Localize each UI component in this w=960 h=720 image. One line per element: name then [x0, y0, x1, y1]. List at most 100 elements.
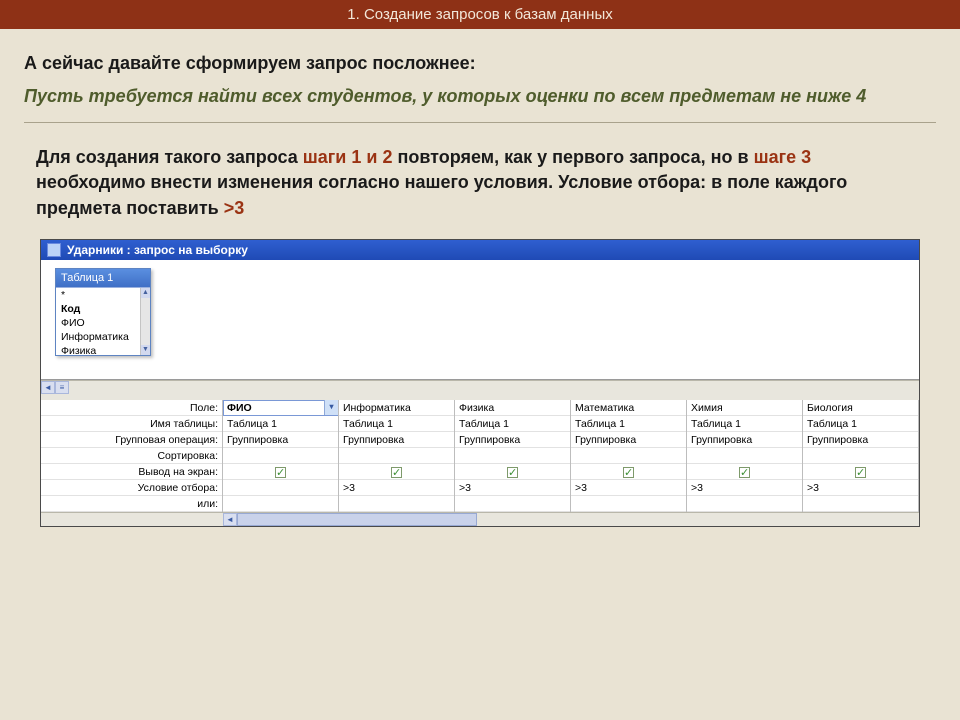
table-cell[interactable]: Таблица 1	[803, 416, 918, 432]
chevron-left-icon[interactable]: ◄	[223, 513, 237, 526]
handle-icon[interactable]: ≡	[55, 381, 69, 394]
row-label: Поле:	[41, 400, 222, 416]
table-cell[interactable]: Таблица 1	[339, 416, 454, 432]
checkbox-checked-icon[interactable]	[623, 467, 634, 478]
qbe-column: ХимияТаблица 1Группировка >3	[687, 400, 803, 512]
sort-cell[interactable]	[571, 448, 686, 464]
chevron-up-icon[interactable]: ▲	[141, 288, 150, 298]
field-item[interactable]: Код	[56, 302, 150, 316]
show-cell[interactable]	[571, 464, 686, 480]
or-cell[interactable]	[687, 496, 802, 512]
sort-cell[interactable]	[803, 448, 918, 464]
field-cell[interactable]: Физика	[455, 400, 570, 416]
row-label: Имя таблицы:	[41, 416, 222, 432]
groupop-cell[interactable]: Группировка	[223, 432, 338, 448]
sort-cell[interactable]	[339, 448, 454, 464]
field-list-scrollbar[interactable]: ▲ ▼	[140, 288, 150, 355]
window-title: Ударники : запрос на выборку	[67, 243, 248, 257]
instr-t2: повторяем, как у первого запроса, но в	[392, 147, 753, 167]
qbe-column: МатематикаТаблица 1Группировка >3	[571, 400, 687, 512]
table-cell[interactable]: Таблица 1	[571, 416, 686, 432]
or-cell[interactable]	[339, 496, 454, 512]
instr-t1: Для создания такого запроса	[36, 147, 303, 167]
table-field-list[interactable]: * Код ФИО Информатика Физика ▲ ▼	[56, 287, 150, 355]
slide-title: 1. Создание запросов к базам данных	[347, 6, 612, 23]
checkbox-checked-icon[interactable]	[391, 467, 402, 478]
instruction-text: Для создания такого запроса шаги 1 и 2 п…	[36, 145, 924, 221]
scroll-track[interactable]	[477, 513, 919, 526]
field-cell[interactable]: ФИО▾	[223, 400, 338, 416]
or-cell[interactable]	[571, 496, 686, 512]
qbe-column: ИнформатикаТаблица 1Группировка >3	[339, 400, 455, 512]
chevron-left-icon[interactable]: ◄	[41, 381, 55, 394]
task-text: Пусть требуется найти всех студентов, у …	[24, 84, 936, 108]
qbe-columns: ФИО▾Таблица 1ГруппировкаИнформатикаТабли…	[223, 400, 919, 512]
canvas-hscroll[interactable]: ◄ ≡	[41, 380, 919, 394]
dropdown-icon[interactable]: ▾	[324, 400, 338, 415]
criteria-cell[interactable]: >3	[803, 480, 918, 496]
content-area: А сейчас давайте сформируем запрос посло…	[0, 29, 960, 537]
checkbox-checked-icon[interactable]	[855, 467, 866, 478]
field-item[interactable]: Физика	[56, 344, 150, 355]
field-item[interactable]: Информатика	[56, 330, 150, 344]
lead-text: А сейчас давайте сформируем запрос посло…	[24, 53, 936, 74]
row-label: Сортировка:	[41, 448, 222, 464]
qbe-grid: Поле: Имя таблицы: Групповая операция: С…	[41, 400, 919, 512]
groupop-cell[interactable]: Группировка	[803, 432, 918, 448]
designer-canvas: Таблица 1 * Код ФИО Информатика Физика ▲…	[41, 260, 919, 380]
table-box[interactable]: Таблица 1 * Код ФИО Информатика Физика ▲…	[55, 268, 151, 356]
divider	[24, 122, 936, 123]
row-label: Условие отбора:	[41, 480, 222, 496]
or-cell[interactable]	[223, 496, 338, 512]
show-cell[interactable]	[223, 464, 338, 480]
field-cell[interactable]: Математика	[571, 400, 686, 416]
qbe-row-labels: Поле: Имя таблицы: Групповая операция: С…	[41, 400, 223, 512]
instr-h1: шаги 1 и 2	[303, 147, 393, 167]
table-cell[interactable]: Таблица 1	[687, 416, 802, 432]
checkbox-checked-icon[interactable]	[739, 467, 750, 478]
instr-t3: необходимо внести изменения согласно наш…	[36, 172, 847, 217]
show-cell[interactable]	[687, 464, 802, 480]
qbe-column: БиологияТаблица 1Группировка >3	[803, 400, 919, 512]
field-cell[interactable]: Биология	[803, 400, 918, 416]
sort-cell[interactable]	[455, 448, 570, 464]
table-cell[interactable]: Таблица 1	[455, 416, 570, 432]
query-window: Ударники : запрос на выборку Таблица 1 *…	[40, 239, 920, 527]
groupop-cell[interactable]: Группировка	[339, 432, 454, 448]
grid-hscroll[interactable]: ◄	[41, 512, 919, 526]
sort-cell[interactable]	[687, 448, 802, 464]
groupop-cell[interactable]: Группировка	[687, 432, 802, 448]
row-label: или:	[41, 496, 222, 512]
groupop-cell[interactable]: Группировка	[455, 432, 570, 448]
or-cell[interactable]	[803, 496, 918, 512]
scroll-spacer	[41, 513, 223, 526]
show-cell[interactable]	[339, 464, 454, 480]
row-label: Вывод на экран:	[41, 464, 222, 480]
qbe-column: ФИО▾Таблица 1Группировка	[223, 400, 339, 512]
scroll-thumb[interactable]	[237, 513, 477, 526]
field-cell[interactable]: Информатика	[339, 400, 454, 416]
checkbox-checked-icon[interactable]	[275, 467, 286, 478]
window-icon	[47, 243, 61, 257]
criteria-cell[interactable]	[223, 480, 338, 496]
window-title-bar[interactable]: Ударники : запрос на выборку	[41, 240, 919, 260]
scroll-track[interactable]	[69, 381, 919, 394]
instr-h2: шаге 3	[754, 147, 812, 167]
sort-cell[interactable]	[223, 448, 338, 464]
chevron-down-icon[interactable]: ▼	[141, 345, 150, 355]
qbe-column: ФизикаТаблица 1Группировка >3	[455, 400, 571, 512]
field-item[interactable]: ФИО	[56, 316, 150, 330]
criteria-cell[interactable]: >3	[339, 480, 454, 496]
or-cell[interactable]	[455, 496, 570, 512]
field-cell[interactable]: Химия	[687, 400, 802, 416]
criteria-cell[interactable]: >3	[455, 480, 570, 496]
criteria-cell[interactable]: >3	[687, 480, 802, 496]
field-item[interactable]: *	[56, 288, 150, 302]
slide-header: 1. Создание запросов к базам данных	[0, 0, 960, 29]
show-cell[interactable]	[455, 464, 570, 480]
groupop-cell[interactable]: Группировка	[571, 432, 686, 448]
checkbox-checked-icon[interactable]	[507, 467, 518, 478]
criteria-cell[interactable]: >3	[571, 480, 686, 496]
show-cell[interactable]	[803, 464, 918, 480]
table-cell[interactable]: Таблица 1	[223, 416, 338, 432]
